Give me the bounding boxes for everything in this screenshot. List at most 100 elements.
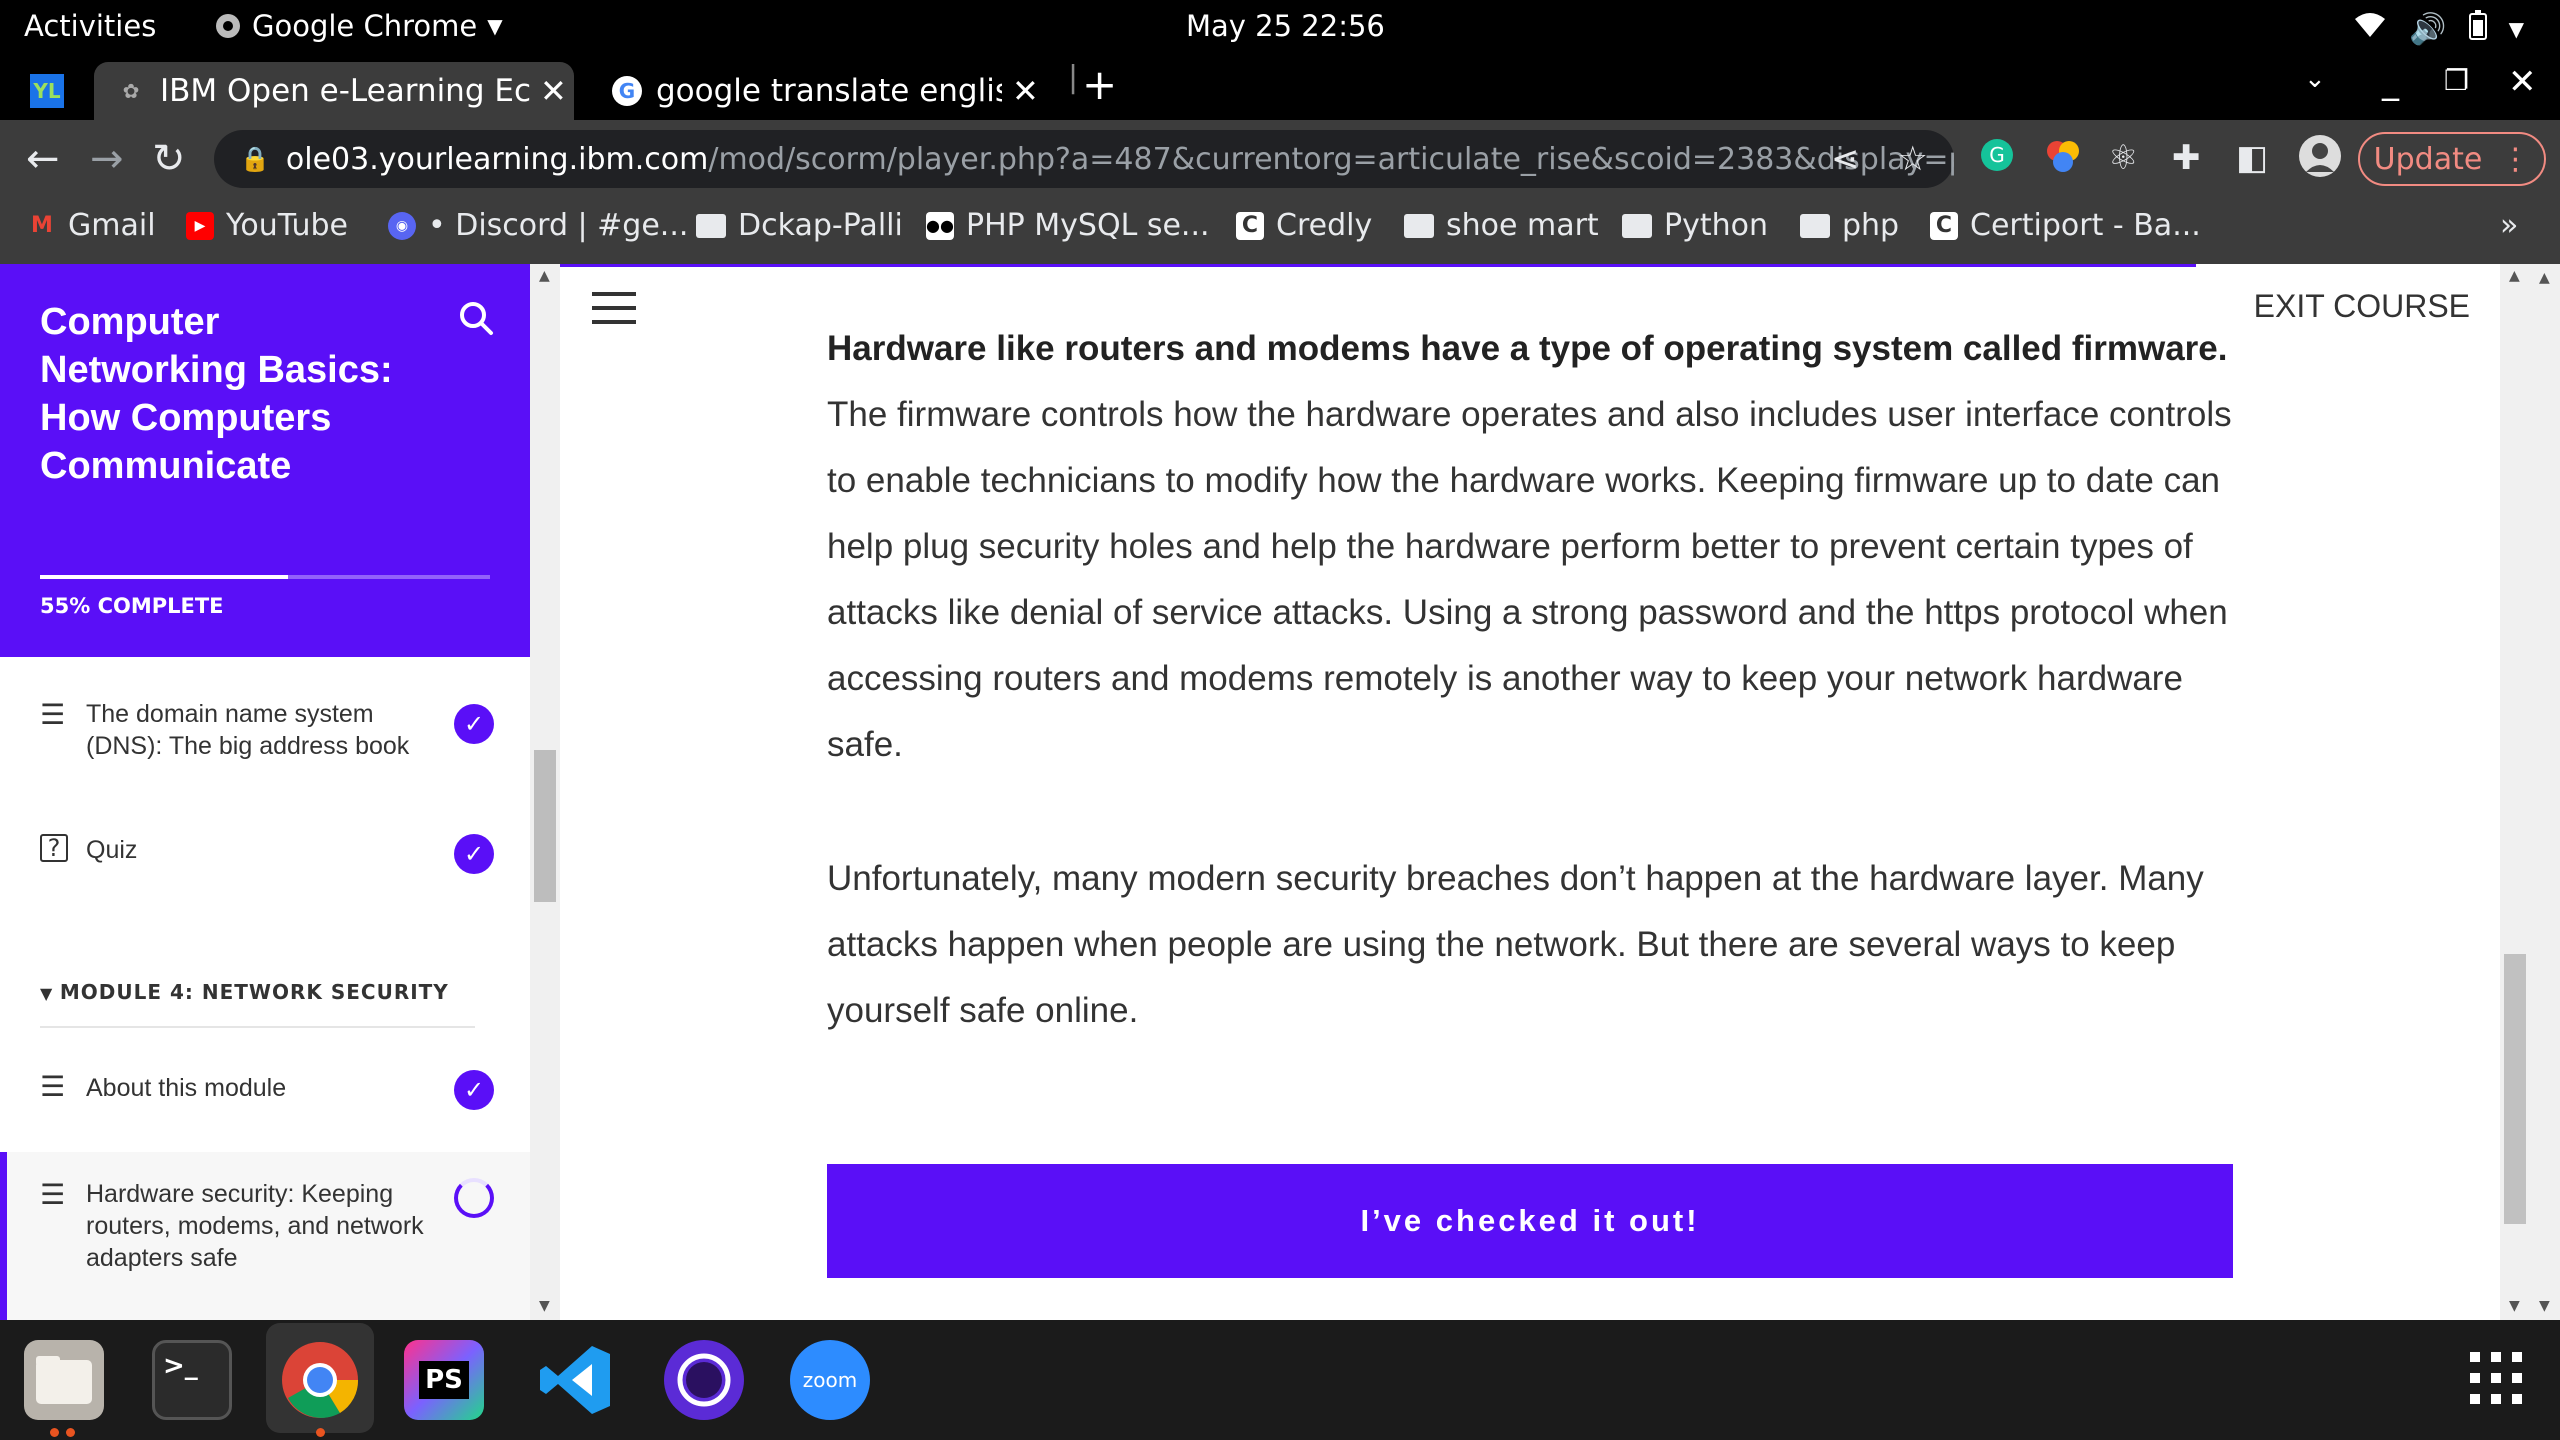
hyper-browser-app-icon[interactable] — [664, 1340, 744, 1420]
bookmark-star-icon[interactable]: ☆ — [1898, 139, 1928, 179]
pinned-tab-yl[interactable]: YL — [30, 62, 80, 120]
progress-text: 55% COMPLETE — [40, 594, 224, 618]
activities-button[interactable]: Activities — [24, 9, 156, 43]
bookmarks-bar: M Gmail ▶ YouTube ◉ • Discord | #ge... D… — [0, 198, 2560, 264]
address-bar[interactable]: 🔒 ole03.yourlearning.ibm.com /mod/scorm/… — [214, 130, 1954, 188]
bookmark-label: YouTube — [226, 208, 348, 243]
close-icon[interactable]: ✕ — [540, 72, 567, 110]
restore-icon[interactable]: ❐ — [2444, 64, 2469, 97]
bookmark-gmail[interactable]: M Gmail — [28, 208, 155, 243]
extensions-puzzle-icon[interactable]: ✚ — [2172, 138, 2201, 178]
sidebar-scroll-thumb[interactable] — [534, 750, 556, 902]
bookmark-certiport[interactable]: C Certiport - Ba... — [1930, 208, 2201, 243]
system-tray[interactable]: 🔊 ▼ — [2353, 10, 2524, 48]
forward-arrow-icon[interactable]: → — [90, 136, 124, 182]
terminal-app-icon[interactable]: >_ — [152, 1340, 232, 1420]
folder-icon — [1404, 213, 1434, 238]
module-heading[interactable]: ▼ MODULE 4: NETWORK SECURITY — [40, 980, 449, 1004]
bookmark-shoe-mart[interactable]: shoe mart — [1404, 208, 1599, 243]
phpstorm-label: PS — [419, 1361, 469, 1399]
lock-icon: 🔒 — [240, 145, 270, 173]
scroll-up-arrow-icon[interactable]: ▲ — [2539, 270, 2550, 286]
exit-course-button[interactable]: EXIT COURSE — [2254, 288, 2470, 325]
reload-icon[interactable]: ↻ — [152, 136, 186, 182]
chrome-dock-icon[interactable] — [280, 1340, 360, 1420]
minimize-icon[interactable]: _ — [2382, 62, 2399, 102]
module-heading-label: MODULE 4: NETWORK SECURITY — [59, 980, 449, 1004]
bookmark-label: shoe mart — [1446, 208, 1599, 243]
course-sidebar: Computer Networking Basics: How Computer… — [0, 264, 530, 1320]
lesson-item-hardware-security[interactable]: ☰ Hardware security: Keeping routers, mo… — [0, 1152, 530, 1320]
bookmark-php-mysql[interactable]: ●● PHP MySQL se... — [926, 208, 1210, 243]
bookmark-label: • Discord | #ge... — [428, 208, 689, 243]
phpstorm-app-icon[interactable]: PS — [404, 1340, 484, 1420]
grammarly-extension-icon[interactable]: G — [1980, 138, 2014, 181]
credly-icon: C — [1236, 211, 1264, 240]
bookmark-dckap-palli[interactable]: Dckap-Palli — [696, 208, 903, 243]
color-picker-extension-icon[interactable] — [2044, 138, 2082, 185]
bookmark-label: php — [1842, 208, 1900, 243]
side-panel-icon[interactable]: ◧ — [2236, 138, 2268, 178]
new-tab-plus-icon[interactable]: + — [1082, 60, 1117, 109]
back-arrow-icon[interactable]: ← — [26, 136, 60, 182]
lesson-item-about-module[interactable]: ☰ About this module ✓ — [0, 1056, 530, 1136]
bookmark-php[interactable]: php — [1800, 208, 1899, 243]
sidebar-scrollbar[interactable]: ▲ ▼ — [530, 264, 560, 1320]
paragraph-bold-lead: Hardware like routers and modems have a … — [827, 329, 2228, 368]
module-divider — [40, 1026, 475, 1028]
content-scrollbar[interactable]: ▲ ▼ — [2500, 264, 2530, 1320]
scroll-down-arrow-icon[interactable]: ▼ — [539, 1298, 550, 1314]
zoom-app-icon[interactable]: zoom — [790, 1340, 870, 1420]
bookmark-credly[interactable]: C Credly — [1236, 208, 1372, 243]
bookmark-youtube[interactable]: ▶ YouTube — [186, 208, 348, 243]
close-icon[interactable]: ✕ — [1012, 72, 1039, 110]
lesson-item-quiz[interactable]: ? Quiz ✓ — [0, 820, 530, 900]
share-icon[interactable]: ⋖ — [1831, 139, 1860, 179]
running-indicator-dot — [66, 1428, 75, 1437]
tab-search-chevron-icon[interactable]: ⌄ — [2304, 64, 2326, 94]
update-chrome-button[interactable]: Update ⋮ — [2358, 132, 2546, 186]
content-scroll-thumb[interactable] — [2504, 954, 2526, 1224]
files-app-icon[interactable] — [24, 1340, 104, 1420]
vscode-app-icon[interactable] — [536, 1340, 616, 1420]
show-applications-grid-icon[interactable] — [2470, 1352, 2522, 1404]
url-path: /mod/scorm/player.php?a=487&currentorg=a… — [708, 141, 1954, 177]
profile-avatar[interactable] — [2298, 134, 2342, 187]
scroll-down-arrow-icon[interactable]: ▼ — [2539, 1298, 2550, 1314]
bookmark-label: Dckap-Palli — [738, 208, 903, 243]
bookmarks-overflow-button[interactable]: » — [2500, 208, 2518, 243]
scroll-down-arrow-icon[interactable]: ▼ — [2509, 1298, 2520, 1314]
lesson-item-dns[interactable]: ☰ The domain name system (DNS): The big … — [0, 684, 530, 794]
tab-separator: | — [1068, 60, 1079, 95]
paragraph-security-breaches: Unfortunately, many modern security brea… — [827, 859, 2204, 1030]
page-scrollbar[interactable]: ▲ ▼ — [2530, 264, 2560, 1320]
tab-ibm-elearning[interactable]: ✿ IBM Open e-Learning Ecos ✕ — [94, 62, 574, 120]
bookmark-label: PHP MySQL se... — [966, 208, 1210, 243]
bookmark-discord[interactable]: ◉ • Discord | #ge... — [388, 208, 688, 243]
hamburger-menu-icon[interactable] — [592, 292, 636, 326]
browser-toolbar: ← → ↻ 🔒 ole03.yourlearning.ibm.com /mod/… — [0, 120, 2560, 198]
zoom-label: zoom — [802, 1368, 858, 1392]
app-menu[interactable]: Google Chrome ▼ — [214, 9, 503, 43]
running-indicator-dot — [50, 1428, 59, 1437]
clock[interactable]: May 25 22:56 — [1186, 9, 1385, 43]
folder-icon — [696, 213, 726, 238]
kebab-menu-icon: ⋮ — [2500, 141, 2531, 177]
folder-icon — [1800, 213, 1830, 238]
lesson-top-rule — [560, 264, 2196, 267]
caret-down-icon: ▼ — [40, 984, 60, 1003]
react-devtools-icon[interactable]: ⚛ — [2108, 138, 2138, 178]
window-close-icon[interactable]: ✕ — [2508, 62, 2537, 102]
update-label: Update — [2373, 141, 2483, 177]
search-icon[interactable] — [456, 298, 496, 338]
check-icon: ✓ — [454, 834, 494, 874]
system-top-bar: Activities Google Chrome ▼ May 25 22:56 … — [0, 0, 2560, 54]
bookmark-python[interactable]: Python — [1622, 208, 1768, 243]
scroll-up-arrow-icon[interactable]: ▲ — [539, 268, 550, 284]
scroll-up-arrow-icon[interactable]: ▲ — [2509, 268, 2520, 284]
lines-icon: ☰ — [40, 1178, 66, 1211]
dock: >_ PS zoom — [0, 1320, 2560, 1440]
tab-google-translate[interactable]: G google translate english t ✕ — [590, 62, 1050, 120]
tab-strip: YL ✿ IBM Open e-Learning Ecos ✕ G google… — [0, 54, 2560, 120]
checked-it-out-button[interactable]: I’ve checked it out! — [827, 1164, 2233, 1278]
